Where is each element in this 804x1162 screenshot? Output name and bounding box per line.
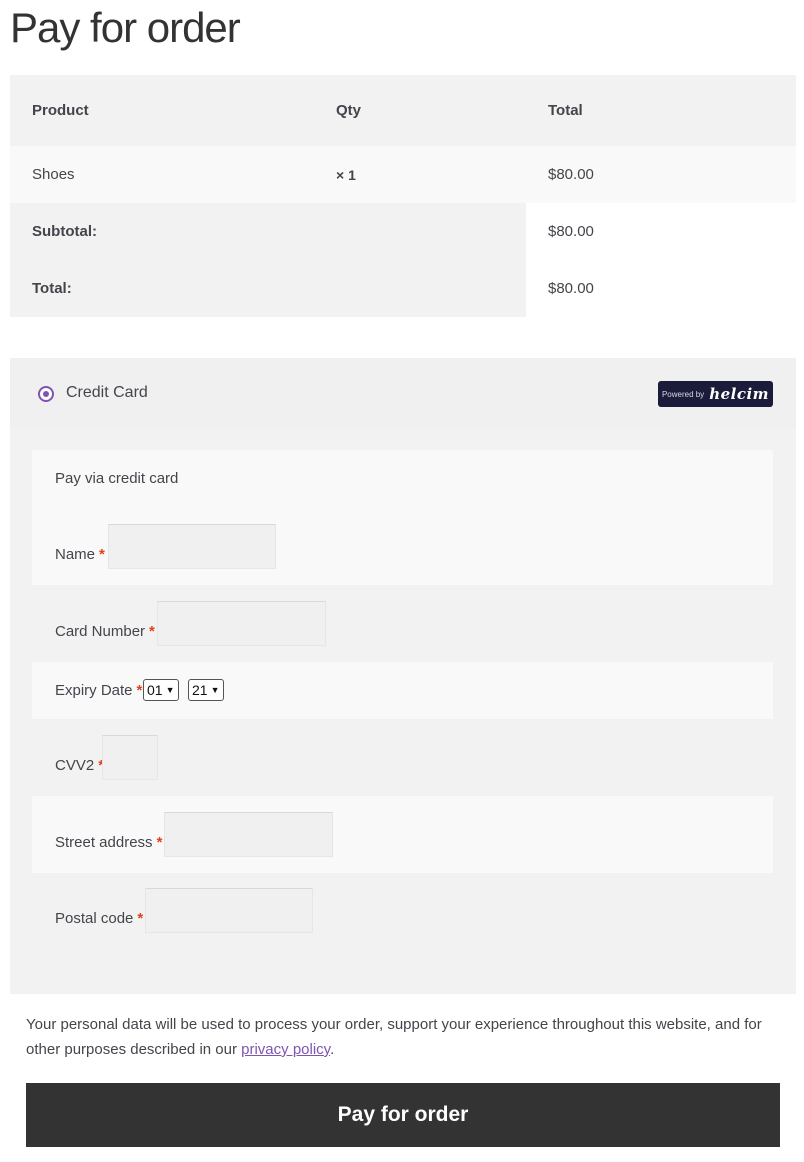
item-product: Shoes: [32, 166, 75, 183]
privacy-policy-link[interactable]: privacy policy: [241, 1041, 330, 1058]
required-mark: *: [156, 834, 163, 851]
postal-code-field-row: Postal code *: [32, 873, 773, 949]
subtotal-label: Subtotal:: [32, 223, 97, 240]
subtotal-value: $80.00: [548, 223, 594, 240]
required-mark: *: [137, 910, 144, 927]
header-total: Total: [548, 102, 583, 119]
street-address-label: Street address: [55, 834, 153, 851]
expiry-month-value: 01: [147, 682, 163, 698]
chevron-down-icon: ▼: [210, 685, 220, 695]
cvv-label: CVV2: [55, 757, 95, 774]
helcim-brand-text: helcim: [709, 385, 770, 403]
required-mark: *: [99, 546, 105, 563]
payment-method-radio[interactable]: [38, 386, 54, 402]
cvv-input[interactable]: [102, 735, 158, 780]
expiry-month-select[interactable]: 01 ▼: [143, 679, 179, 701]
name-label: Name: [55, 546, 96, 563]
helcim-logo: Powered by helcim: [658, 381, 773, 407]
page-title: Pay for order: [10, 4, 241, 51]
street-address-input[interactable]: [164, 812, 333, 857]
postal-code-input[interactable]: [145, 888, 313, 933]
name-input[interactable]: [108, 524, 276, 569]
payment-method-label[interactable]: Credit Card: [66, 384, 148, 402]
total-label: Total:: [32, 280, 72, 297]
total-value: $80.00: [548, 280, 594, 297]
item-qty: × 1: [336, 166, 356, 183]
card-number-input[interactable]: [157, 601, 326, 646]
card-number-field-row: Card Number *: [32, 585, 773, 662]
postal-code-label: Postal code: [55, 910, 134, 927]
required-mark: *: [149, 623, 155, 640]
expiry-year-value: 21: [192, 682, 208, 698]
required-mark: *: [136, 682, 143, 699]
expiry-field-row: Expiry Date * 01 ▼ 21 ▼: [32, 662, 773, 719]
payment-method-credit-card[interactable]: Credit Card Powered by helcim: [10, 358, 796, 429]
pay-for-order-button[interactable]: Pay for order: [26, 1083, 780, 1147]
payment-description: Pay via credit card: [55, 470, 179, 487]
expiry-year-select[interactable]: 21 ▼: [188, 679, 224, 701]
total-row: Total: $80.00: [10, 260, 796, 317]
chevron-down-icon: ▼: [165, 685, 175, 695]
payment-section: Credit Card Powered by helcim Pay via cr…: [10, 358, 796, 994]
subtotal-row: Subtotal: $80.00: [10, 203, 796, 260]
item-total: $80.00: [548, 166, 594, 183]
cvv-field-row: CVV2*: [32, 719, 773, 796]
privacy-notice: Your personal data will be used to proce…: [26, 1012, 776, 1062]
expiry-label: Expiry Date: [55, 682, 133, 699]
privacy-notice-text: Your personal data will be used to proce…: [26, 1016, 762, 1058]
table-header-row: Product Qty Total: [10, 75, 796, 146]
header-qty: Qty: [336, 102, 362, 119]
privacy-notice-end: .: [330, 1041, 335, 1058]
table-row: Shoes × 1 $80.00: [10, 146, 796, 203]
header-product: Product: [32, 102, 89, 119]
order-table: Product Qty Total Shoes × 1 $80.00 Subto…: [10, 75, 796, 317]
card-number-label: Card Number: [55, 623, 146, 640]
powered-by-text: Powered by: [661, 389, 705, 399]
street-address-field-row: Street address *: [32, 796, 773, 873]
payment-description-box: Pay via credit card: [32, 450, 773, 508]
name-field-row: Name *: [32, 508, 773, 585]
